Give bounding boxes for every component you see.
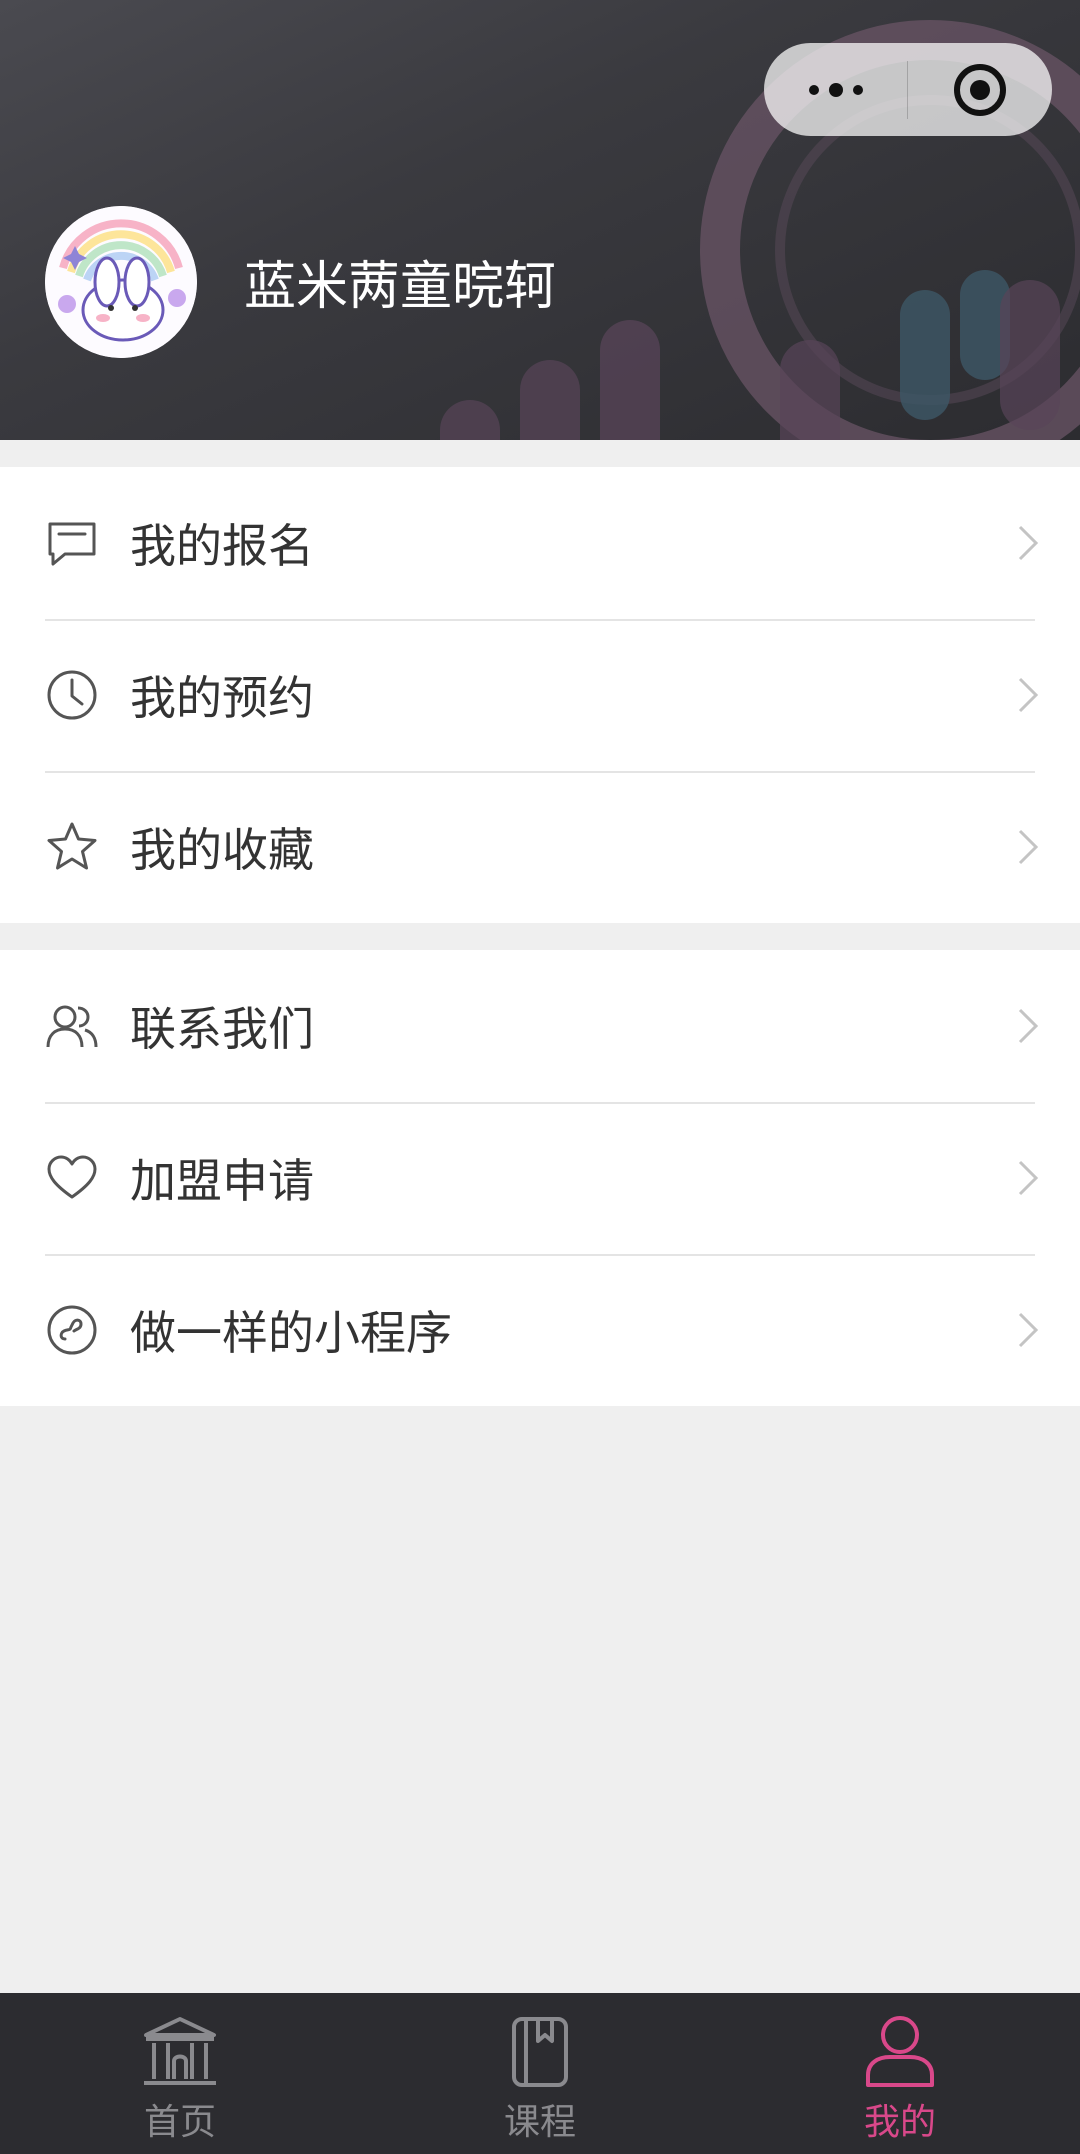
tab-courses[interactable]: 课程 xyxy=(360,1993,720,2154)
chevron-right-icon xyxy=(1018,1160,1039,1196)
tab-label: 我的 xyxy=(863,2102,936,2143)
bunny-rainbow-avatar-icon xyxy=(45,206,197,358)
menu-item-label: 加盟申请 xyxy=(130,1154,314,1208)
menu-group-personal: 我的报名 我的预约 我的收藏 xyxy=(0,467,1080,923)
tab-home[interactable]: 首页 xyxy=(0,1993,360,2154)
menu-group-other: 联系我们 加盟申请 做一样的小程序 xyxy=(0,950,1080,1406)
bottom-tab-bar: 首页 课程 我的 xyxy=(0,1993,1080,2154)
menu-item-label: 我的报名 xyxy=(130,519,314,573)
menu-item-my-registrations[interactable]: 我的报名 xyxy=(0,467,1080,619)
menu-item-label: 我的收藏 xyxy=(130,823,314,877)
book-icon xyxy=(512,2017,568,2087)
building-icon xyxy=(144,2017,216,2085)
message-icon xyxy=(48,522,96,566)
profile-header: 蓝米𬜯童晥轲 xyxy=(0,0,1080,440)
chevron-right-icon xyxy=(1018,829,1039,865)
chevron-right-icon xyxy=(1018,1008,1039,1044)
username: 蓝米𬜯童晥轲 xyxy=(244,257,557,317)
menu-item-label: 联系我们 xyxy=(130,1002,314,1056)
user-icon xyxy=(866,2016,934,2087)
users-icon xyxy=(46,1005,98,1048)
menu-item-my-appointments[interactable]: 我的预约 xyxy=(0,619,1080,771)
tab-label: 课程 xyxy=(503,2102,576,2143)
menu-item-contact-us[interactable]: 联系我们 xyxy=(0,950,1080,1102)
avatar[interactable] xyxy=(45,206,197,358)
target-icon[interactable] xyxy=(908,43,1051,136)
menu-item-franchise-application[interactable]: 加盟申请 xyxy=(0,1102,1080,1254)
chevron-right-icon xyxy=(1018,677,1039,713)
chevron-right-icon xyxy=(1018,525,1039,561)
mini-program-capsule xyxy=(764,43,1052,136)
menu-item-label: 做一样的小程序 xyxy=(130,1306,452,1360)
tab-label: 首页 xyxy=(143,2102,216,2143)
menu-item-label: 我的预约 xyxy=(130,671,314,725)
heart-icon xyxy=(47,1155,97,1199)
clock-icon xyxy=(47,670,97,720)
chevron-right-icon xyxy=(1018,1312,1039,1348)
mini-program-icon xyxy=(47,1305,97,1355)
star-icon xyxy=(47,822,97,870)
more-dots-icon[interactable] xyxy=(764,43,907,136)
tab-mine[interactable]: 我的 xyxy=(720,1993,1080,2154)
menu-item-my-favorites[interactable]: 我的收藏 xyxy=(0,771,1080,923)
menu-item-make-mini-program[interactable]: 做一样的小程序 xyxy=(0,1254,1080,1406)
